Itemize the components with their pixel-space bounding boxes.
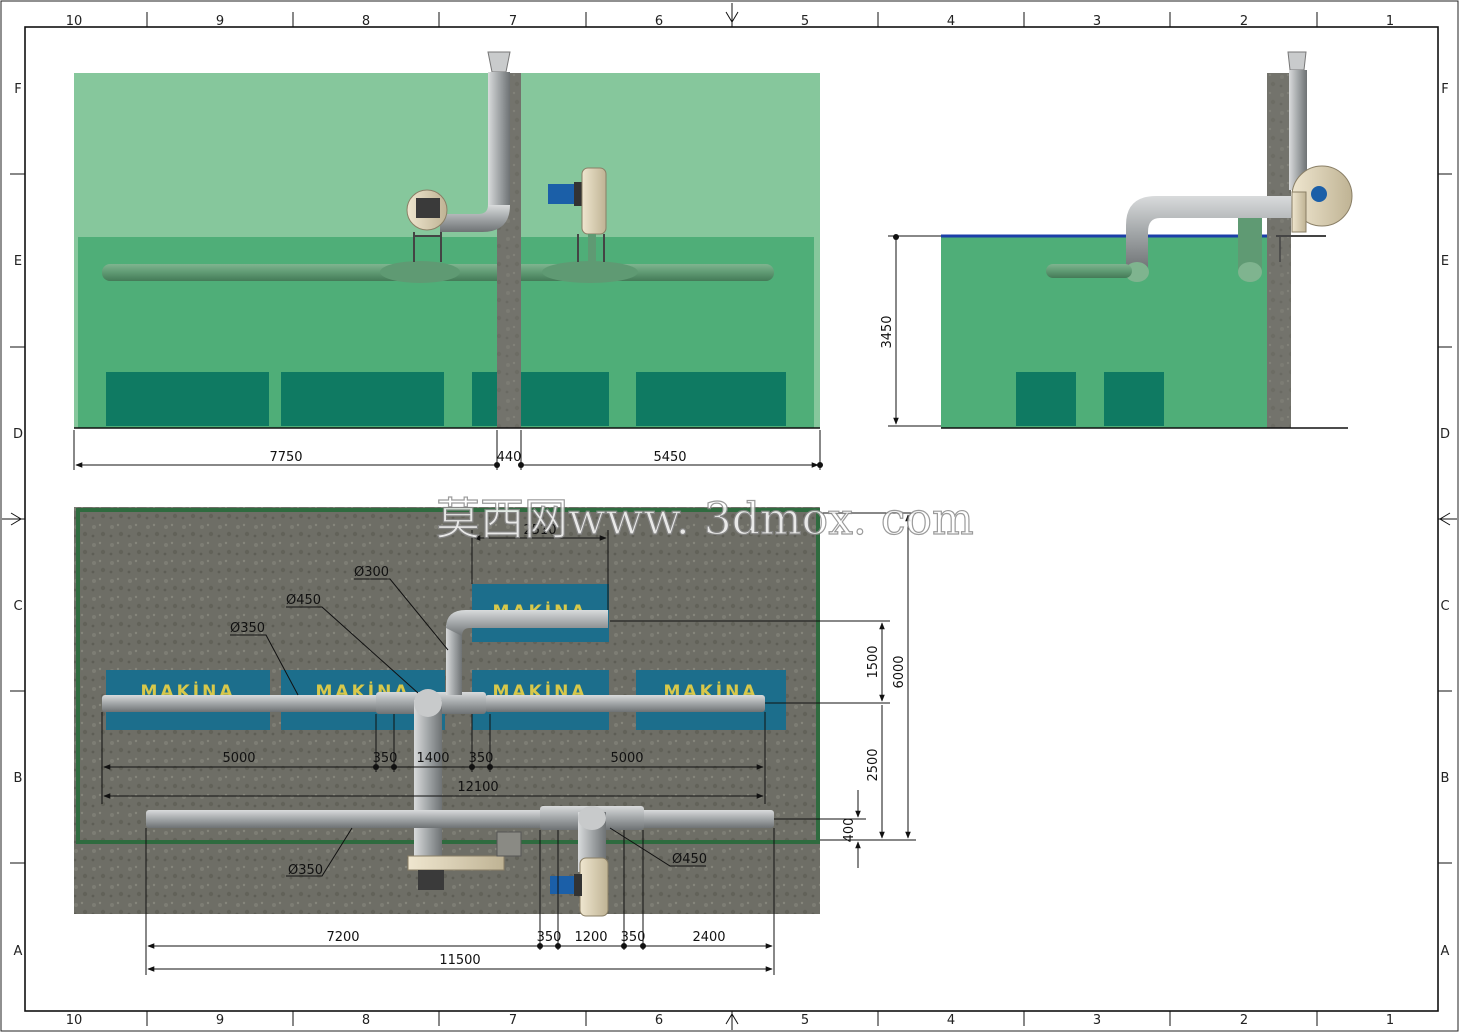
dim-v-2500: 2500 <box>866 748 881 781</box>
label-d350: Ø350 <box>230 621 265 636</box>
col-label: 10 <box>66 14 83 29</box>
col-label: 3 <box>1093 14 1101 29</box>
col-label: 1 <box>1386 14 1394 29</box>
dim-v-1500: 1500 <box>866 645 881 678</box>
col-label: 1 <box>1386 1013 1394 1028</box>
dim-row1-total: 12100 <box>457 780 498 795</box>
label-d450: Ø450 <box>672 852 707 867</box>
dim-front-left: 7750 <box>269 450 302 465</box>
col-label: 9 <box>216 14 224 29</box>
plan-view: MAKİNA MAKİNA MAKİNA MAKİNA MAKİNA <box>74 507 916 975</box>
fan-housing <box>579 857 609 917</box>
fan-motor <box>416 198 440 218</box>
row-label: F <box>14 82 21 97</box>
motor-icon <box>548 184 574 204</box>
dim-row2-mid: 1200 <box>574 930 607 945</box>
side-view: 3450 <box>880 51 1353 429</box>
exhaust-pipe <box>488 72 510 207</box>
dim-front-mid: 440 <box>497 450 522 465</box>
row-label: E <box>14 254 22 269</box>
watermark: 莫西网www. 3dmox. com <box>436 494 974 545</box>
machine <box>1016 372 1076 426</box>
col-label: 7 <box>509 1013 517 1028</box>
col-label: 2 <box>1240 1013 1248 1028</box>
row-label: D <box>1440 427 1450 442</box>
row-label: A <box>1441 944 1450 959</box>
dim-row1-a: 350 <box>373 751 398 766</box>
col-label: 6 <box>655 14 663 29</box>
col-label: 5 <box>801 14 809 29</box>
motor-icon <box>550 876 574 894</box>
row-label: B <box>1441 771 1450 786</box>
dim-v-6000: 6000 <box>892 655 907 688</box>
col-label: 10 <box>66 1013 83 1028</box>
exhaust-cap <box>487 51 511 73</box>
technical-drawing-sheet: 10 9 8 7 6 5 4 3 2 1 10 9 8 7 6 5 4 3 2 … <box>0 0 1459 1032</box>
machine <box>106 372 269 426</box>
col-label: 5 <box>801 1013 809 1028</box>
dim-row1-left: 5000 <box>222 751 255 766</box>
machine <box>1104 372 1164 426</box>
dim-row2-a: 350 <box>537 930 562 945</box>
row-label: A <box>14 944 23 959</box>
fan-motor <box>418 870 444 890</box>
col-label: 2 <box>1240 14 1248 29</box>
duct-riser <box>414 700 442 860</box>
front-view: 7750 440 5450 <box>73 51 823 470</box>
dim-v-400: 400 <box>842 818 857 843</box>
dim-side-height: 3450 <box>880 315 895 348</box>
duct-d350 <box>485 695 765 712</box>
dim-front-right: 5450 <box>653 450 686 465</box>
label-d300: Ø300 <box>354 565 389 580</box>
col-label: 6 <box>655 1013 663 1028</box>
machine <box>472 372 609 426</box>
col-label: 9 <box>216 1013 224 1028</box>
col-label: 3 <box>1093 1013 1101 1028</box>
col-label: 8 <box>362 1013 370 1028</box>
row-label: F <box>1441 82 1448 97</box>
col-label: 4 <box>947 14 955 29</box>
duct-d350 <box>102 695 382 712</box>
duct-lower <box>146 810 774 828</box>
dim-row1-right: 5000 <box>610 751 643 766</box>
col-label: 4 <box>947 1013 955 1028</box>
row-label: B <box>14 771 23 786</box>
dim-row1-b: 350 <box>469 751 494 766</box>
bottom-column-labels: 10 9 8 7 6 5 4 3 2 1 <box>66 1013 1394 1028</box>
dim-row2-total: 11500 <box>439 953 480 968</box>
fan-housing <box>581 167 607 235</box>
motor-icon <box>1311 186 1327 202</box>
row-label: D <box>13 427 23 442</box>
duct-reducer <box>542 261 638 283</box>
right-row-labels: F E D C B A <box>1440 82 1450 959</box>
dim-row2-left: 7200 <box>326 930 359 945</box>
label-d450: Ø450 <box>286 593 321 608</box>
fan-housing <box>407 855 505 871</box>
machine <box>281 372 444 426</box>
row-label: C <box>13 599 22 614</box>
dim-row1-mid: 1400 <box>416 751 449 766</box>
col-label: 8 <box>362 14 370 29</box>
row-label: E <box>1441 254 1449 269</box>
machine <box>636 372 786 426</box>
col-label: 7 <box>509 14 517 29</box>
dim-row2-right: 2400 <box>692 930 725 945</box>
row-label: C <box>1440 599 1449 614</box>
dim-row2-b: 350 <box>621 930 646 945</box>
duct-reducer <box>380 261 460 283</box>
label-d350: Ø350 <box>288 863 323 878</box>
